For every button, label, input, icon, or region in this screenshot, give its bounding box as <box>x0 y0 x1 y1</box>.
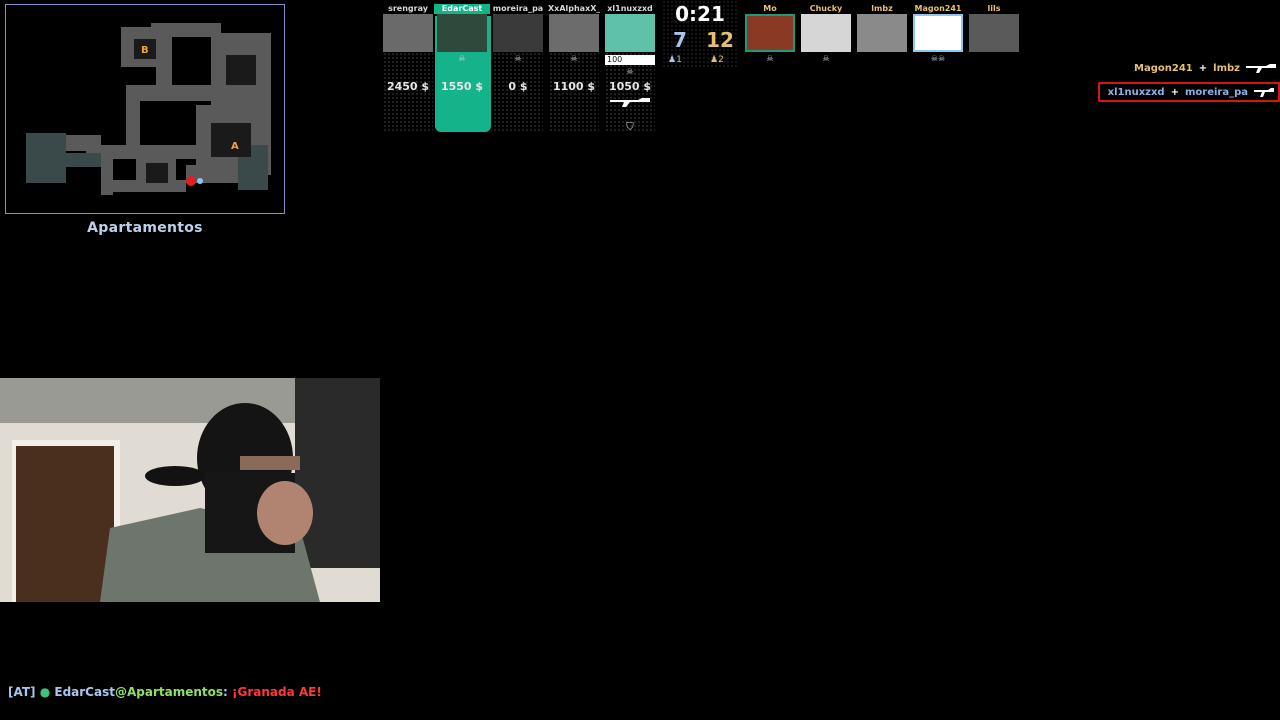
webcam-feed <box>0 378 380 602</box>
t-player-3: lmbz <box>856 4 908 52</box>
player-money: 0 $ <box>508 80 528 93</box>
chat-team-tag: [AT] <box>8 685 36 699</box>
player-name: moreira_pa <box>492 4 544 13</box>
t-score: 12 <box>706 28 734 52</box>
player-marker-ct <box>197 178 203 184</box>
player-name: xl1nuxzxd <box>607 4 653 13</box>
avatar <box>493 14 543 52</box>
skull-icon: ☠☠ <box>930 54 946 63</box>
chat-dot-icon: ● <box>39 685 51 699</box>
ct-player-3: moreira_pa ☠ 0 $ <box>492 4 544 132</box>
ct-player-2: EdarCast ☠ 1550 $ <box>434 4 491 132</box>
avatar <box>549 14 599 52</box>
t-alive-value: 2 <box>718 55 724 65</box>
ct-score: 7 <box>673 28 687 52</box>
skull-icon: ☠ <box>458 54 466 63</box>
killfeed-assister: moreira_pa <box>1184 86 1248 98</box>
player-marker-t <box>186 176 196 186</box>
killfeed-assister: lmbz <box>1213 62 1240 74</box>
killfeed-entry-highlighted: xl1nuxzxd + moreira_pa <box>1097 82 1280 102</box>
player-name: XxAlphaxX_ <box>548 4 600 13</box>
round-timer: 0:21 <box>675 2 725 26</box>
avatar <box>857 14 907 52</box>
radar-location-name: Apartamentos <box>87 220 203 236</box>
ct-player-1: srengray 2450 $ <box>382 4 434 132</box>
ct-alive-value: 1 <box>676 55 682 65</box>
rifle-icon <box>1246 64 1276 73</box>
player-name: Mo <box>763 4 777 13</box>
avatar <box>605 14 655 52</box>
killfeed-attacker: Magon241 <box>1134 62 1193 74</box>
avatar <box>801 14 851 52</box>
ct-player-5: xl1nuxzxd 100 ☠ 1050 $ ⛉ <box>604 4 656 133</box>
killfeed-plus: + <box>1170 86 1179 98</box>
avatar <box>437 14 487 52</box>
killfeed-entry: Magon241 + lmbz <box>1126 58 1280 78</box>
avatar <box>969 14 1019 52</box>
player-name: srengray <box>388 4 428 13</box>
player-name: lmbz <box>871 4 893 13</box>
chat-colon: : <box>223 685 228 699</box>
rifle-icon <box>610 98 650 107</box>
t-player-4: Magon241 ☠☠ <box>912 4 964 63</box>
site-b-label: B <box>141 45 149 56</box>
chat-message: [AT] ● EdarCast@Apartamentos: ¡Granada A… <box>8 685 322 699</box>
avatar <box>913 14 963 52</box>
rifle-icon <box>1254 88 1274 97</box>
ct-alive-count: ♟1 <box>668 55 682 65</box>
t-player-2: Chucky ☠ <box>800 4 852 63</box>
player-money: 1550 $ <box>440 80 484 93</box>
map-layout: B A <box>26 23 271 195</box>
webcam-image <box>0 378 380 602</box>
defuse-kit-icon: ⛉ <box>626 122 634 133</box>
player-name: Magon241 <box>914 4 962 13</box>
player-money: 1100 $ <box>552 80 596 93</box>
chat-at: @ <box>114 685 127 699</box>
avatar <box>383 14 433 52</box>
skull-icon: ☠ <box>766 54 774 63</box>
skull-icon: ☠ <box>514 54 522 63</box>
chat-text: ¡Granada AE! <box>232 685 322 699</box>
site-a-label: A <box>231 141 239 152</box>
ct-player-4: XxAlphaxX_ ☠ 1100 $ <box>548 4 600 132</box>
skull-icon: ☠ <box>626 67 634 76</box>
player-money: 2450 $ <box>386 80 430 93</box>
killfeed-attacker: xl1nuxzxd <box>1107 86 1165 98</box>
skull-icon: ☠ <box>570 54 578 63</box>
killfeed-plus: + <box>1198 62 1208 74</box>
t-player-1: Mo ☠ <box>744 4 796 63</box>
chat-sender: EdarCast <box>54 685 115 699</box>
skull-icon: ☠ <box>822 54 830 63</box>
radar-minimap: B A <box>5 4 285 214</box>
chat-location: Apartamentos <box>126 685 224 699</box>
player-name: EdarCast <box>434 4 490 14</box>
avatar <box>745 14 795 52</box>
player-money: 1050 $ <box>608 80 652 93</box>
health-bar: 100 <box>605 55 655 65</box>
t-alive-count: ♟2 <box>710 55 724 65</box>
player-name: lils <box>987 4 1001 13</box>
t-player-5: lils <box>968 4 1020 52</box>
player-name: Chucky <box>809 4 843 13</box>
